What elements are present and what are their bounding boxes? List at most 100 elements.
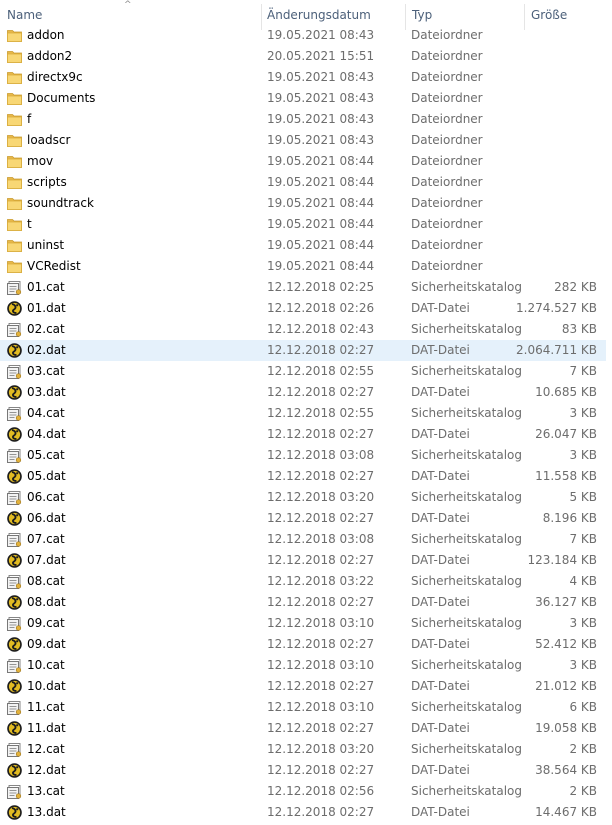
file-size: 123.184 KB xyxy=(527,553,597,567)
scrollbar[interactable] xyxy=(608,0,612,825)
file-row[interactable]: uninst 19.05.2021 08:44 Dateiordner xyxy=(0,235,606,256)
catalog-icon xyxy=(6,321,23,338)
file-row[interactable]: 09.cat 12.12.2018 03:10 Sicherheitskatalog… xyxy=(0,613,606,634)
file-name: 09.dat xyxy=(27,637,66,651)
file-row[interactable]: 13.cat 12.12.2018 02:56 Sicherheitskatalog… xyxy=(0,781,606,802)
catalog-icon xyxy=(6,741,23,758)
file-row[interactable]: VCRedist 19.05.2021 08:44 Dateiordner xyxy=(0,256,606,277)
file-date: 19.05.2021 08:44 xyxy=(267,196,375,210)
file-row[interactable]: addon2 20.05.2021 15:51 Dateiordner xyxy=(0,46,606,67)
file-row[interactable]: 06.dat 12.12.2018 02:27 DAT-Datei 8.196 KB xyxy=(0,508,606,529)
dat-file-icon xyxy=(6,342,23,359)
file-name: loadscr xyxy=(27,133,71,147)
dat-file-icon xyxy=(6,384,23,401)
file-date: 19.05.2021 08:44 xyxy=(267,175,375,189)
file-type: Dateiordner xyxy=(411,217,483,231)
file-date: 12.12.2018 03:08 xyxy=(267,532,375,546)
file-size: 2 KB xyxy=(569,742,597,756)
file-size: 1.274.527 KB xyxy=(516,301,597,315)
file-type: Dateiordner xyxy=(411,196,483,210)
file-row[interactable]: 02.cat 12.12.2018 02:43 Sicherheitskatalog… xyxy=(0,319,606,340)
folder-icon xyxy=(6,237,23,254)
file-name: mov xyxy=(27,154,54,168)
file-date: 12.12.2018 02:27 xyxy=(267,553,375,567)
file-name: 04.cat xyxy=(27,406,65,420)
dat-file-icon xyxy=(6,552,23,569)
file-row[interactable]: directx9c 19.05.2021 08:43 Dateiordner xyxy=(0,67,606,88)
file-row[interactable]: soundtrack 19.05.2021 08:44 Dateiordner xyxy=(0,193,606,214)
dat-file-icon xyxy=(6,804,23,821)
file-name: t xyxy=(27,217,32,231)
file-row[interactable]: mov 19.05.2021 08:44 Dateiordner xyxy=(0,151,606,172)
file-date: 19.05.2021 08:43 xyxy=(267,133,375,147)
file-name: addon2 xyxy=(27,49,73,63)
file-type: Dateiordner xyxy=(411,28,483,42)
file-row[interactable]: 08.dat 12.12.2018 02:27 DAT-Datei 36.127 KB xyxy=(0,592,606,613)
file-type: Sicherheitskatalog xyxy=(411,574,522,588)
file-row[interactable]: 12.cat 12.12.2018 03:20 Sicherheitskatalog… xyxy=(0,739,606,760)
file-date: 12.12.2018 03:08 xyxy=(267,448,375,462)
file-row[interactable]: 03.cat 12.12.2018 02:55 Sicherheitskatalog… xyxy=(0,361,606,382)
file-date: 12.12.2018 02:26 xyxy=(267,301,375,315)
file-row[interactable]: 13.dat 12.12.2018 02:27 DAT-Datei 14.467 KB xyxy=(0,802,606,823)
file-type: Dateiordner xyxy=(411,70,483,84)
file-row[interactable]: t 19.05.2021 08:44 Dateiordner xyxy=(0,214,606,235)
file-row[interactable]: 07.cat 12.12.2018 03:08 Sicherheitskatalog… xyxy=(0,529,606,550)
file-type: Dateiordner xyxy=(411,49,483,63)
file-row[interactable]: 09.dat 12.12.2018 02:27 DAT-Datei 52.412 KB xyxy=(0,634,606,655)
file-name: uninst xyxy=(27,238,65,252)
file-row[interactable]: 01.cat 12.12.2018 02:25 Sicherheitskatalog… xyxy=(0,277,606,298)
catalog-icon xyxy=(6,699,23,716)
file-row[interactable]: 11.cat 12.12.2018 03:10 Sicherheitskatalog… xyxy=(0,697,606,718)
file-row[interactable]: 07.dat 12.12.2018 02:27 DAT-Datei 123.184 K… xyxy=(0,550,606,571)
file-row[interactable]: addon 19.05.2021 08:43 Dateiordner xyxy=(0,25,606,46)
file-row[interactable]: 04.dat 12.12.2018 02:27 DAT-Datei 26.047 KB xyxy=(0,424,606,445)
file-type: DAT-Datei xyxy=(411,511,470,525)
file-row[interactable]: scripts 19.05.2021 08:44 Dateiordner xyxy=(0,172,606,193)
file-type: Dateiordner xyxy=(411,175,483,189)
file-name: 13.dat xyxy=(27,805,66,819)
file-date: 19.05.2021 08:43 xyxy=(267,28,375,42)
file-date: 12.12.2018 03:10 xyxy=(267,700,375,714)
file-type: DAT-Datei xyxy=(411,595,470,609)
file-row[interactable]: 10.dat 12.12.2018 02:27 DAT-Datei 21.012 KB xyxy=(0,676,606,697)
file-name: Documents xyxy=(27,91,96,105)
file-type: Dateiordner xyxy=(411,259,483,273)
file-row[interactable]: 08.cat 12.12.2018 03:22 Sicherheitskatalog… xyxy=(0,571,606,592)
file-type: DAT-Datei xyxy=(411,679,470,693)
file-date: 12.12.2018 03:10 xyxy=(267,658,375,672)
file-row[interactable]: loadscr 19.05.2021 08:43 Dateiordner xyxy=(0,130,606,151)
file-row[interactable]: 11.dat 12.12.2018 02:27 DAT-Datei 19.058 KB xyxy=(0,718,606,739)
folder-icon xyxy=(6,69,23,86)
file-date: 12.12.2018 02:25 xyxy=(267,280,375,294)
file-type: Sicherheitskatalog xyxy=(411,406,522,420)
file-row[interactable]: 10.cat 12.12.2018 03:10 Sicherheitskatalog… xyxy=(0,655,606,676)
folder-icon xyxy=(6,195,23,212)
file-row[interactable]: Documents 19.05.2021 08:43 Dateiordner xyxy=(0,88,606,109)
catalog-icon xyxy=(6,489,23,506)
file-row[interactable]: 05.dat 12.12.2018 02:27 DAT-Datei 11.558 KB xyxy=(0,466,606,487)
file-name: 04.dat xyxy=(27,427,66,441)
file-row[interactable]: 05.cat 12.12.2018 03:08 Sicherheitskatalog… xyxy=(0,445,606,466)
file-type: Sicherheitskatalog xyxy=(411,784,522,798)
file-row[interactable]: 02.dat 12.12.2018 02:27 DAT-Datei 2.064.711… xyxy=(0,340,606,361)
file-type: Sicherheitskatalog xyxy=(411,532,522,546)
file-row[interactable]: 12.dat 12.12.2018 02:27 DAT-Datei 38.564 KB xyxy=(0,760,606,781)
file-type: Dateiordner xyxy=(411,112,483,126)
file-name: 05.dat xyxy=(27,469,66,483)
file-row[interactable]: 01.dat 12.12.2018 02:26 DAT-Datei 1.274.527… xyxy=(0,298,606,319)
file-date: 12.12.2018 02:27 xyxy=(267,469,375,483)
file-date: 12.12.2018 03:10 xyxy=(267,616,375,630)
file-size: 8.196 KB xyxy=(542,511,597,525)
file-date: 12.12.2018 02:55 xyxy=(267,364,375,378)
file-type: DAT-Datei xyxy=(411,427,470,441)
file-row[interactable]: 06.cat 12.12.2018 03:20 Sicherheitskatalog… xyxy=(0,487,606,508)
file-row[interactable]: 03.dat 12.12.2018 02:27 DAT-Datei 10.685 KB xyxy=(0,382,606,403)
file-date: 12.12.2018 02:27 xyxy=(267,427,375,441)
file-row[interactable]: 04.cat 12.12.2018 02:55 Sicherheitskatalog… xyxy=(0,403,606,424)
file-date: 12.12.2018 03:22 xyxy=(267,574,375,588)
file-name: 01.cat xyxy=(27,280,65,294)
folder-icon xyxy=(6,111,23,128)
file-type: Dateiordner xyxy=(411,91,483,105)
file-row[interactable]: f 19.05.2021 08:43 Dateiordner xyxy=(0,109,606,130)
